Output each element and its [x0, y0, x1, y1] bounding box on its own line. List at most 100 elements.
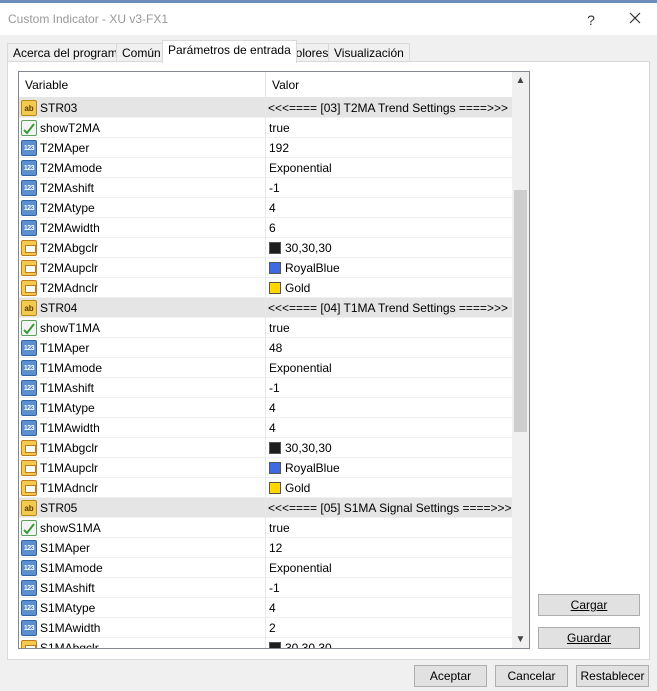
parameter-name-cell[interactable]: showS1MA [19, 518, 266, 538]
parameter-value-cell[interactable]: Exponential [266, 358, 512, 378]
parameter-value-cell[interactable]: true [266, 518, 512, 538]
parameter-row[interactable]: T2MAupclr RoyalBlue [19, 258, 512, 278]
parameter-name-cell[interactable]: S1MAbgclr [19, 638, 266, 648]
parameter-name-cell[interactable]: showT1MA [19, 318, 266, 338]
parameter-value-cell[interactable]: Gold [266, 278, 512, 298]
parameter-row[interactable]: showT2MA true [19, 118, 512, 138]
parameter-value-cell[interactable]: RoyalBlue [266, 258, 512, 278]
parameter-row[interactable]: showT1MA true [19, 318, 512, 338]
parameter-value-cell[interactable]: 4 [266, 198, 512, 218]
parameter-row[interactable]: 123 T2MAper 192 [19, 138, 512, 158]
parameter-name-cell[interactable]: 123 T1MAtype [19, 398, 266, 418]
parameter-row[interactable]: 123 S1MAtype 4 [19, 598, 512, 618]
parameter-value-cell[interactable]: 48 [266, 338, 512, 358]
save-button[interactable]: Guardar [538, 627, 640, 649]
parameter-name-cell[interactable]: T2MAbgclr [19, 238, 266, 258]
parameter-name-cell[interactable]: 123 T1MAmode [19, 358, 266, 378]
parameter-value-cell[interactable]: RoyalBlue [266, 458, 512, 478]
parameter-name-cell[interactable]: 123 T2MAper [19, 138, 266, 158]
parameter-name-cell[interactable]: showT2MA [19, 118, 266, 138]
parameter-row[interactable]: T1MAupclr RoyalBlue [19, 458, 512, 478]
parameter-name-cell[interactable]: T2MAupclr [19, 258, 266, 278]
parameter-row[interactable]: showS1MA true [19, 518, 512, 538]
parameter-value-cell[interactable]: true [266, 318, 512, 338]
parameter-value-cell[interactable]: 4 [266, 418, 512, 438]
parameter-row[interactable]: ab STR03 <<<==== [03] T2MA Trend Settings … [19, 98, 512, 118]
parameter-value-cell[interactable]: 4 [266, 598, 512, 618]
parameter-row[interactable]: T2MAdnclr Gold [19, 278, 512, 298]
parameter-name-cell[interactable]: 123 T1MAshift [19, 378, 266, 398]
parameter-row[interactable]: T2MAbgclr 30,30,30 [19, 238, 512, 258]
parameter-name-cell[interactable]: 123 S1MAwidth [19, 618, 266, 638]
parameter-value-cell[interactable]: Gold [266, 478, 512, 498]
parameter-row[interactable]: 123 S1MAwidth 2 [19, 618, 512, 638]
parameter-name-cell[interactable]: T2MAdnclr [19, 278, 266, 298]
parameter-row[interactable]: 123 S1MAmode Exponential [19, 558, 512, 578]
parameter-name-cell[interactable]: ab STR04 [19, 298, 266, 318]
parameter-name-cell[interactable]: 123 T2MAwidth [19, 218, 266, 238]
column-header-value[interactable]: Valor [266, 72, 512, 98]
parameter-value-cell[interactable]: -1 [266, 378, 512, 398]
parameter-row[interactable]: S1MAbgclr 30,30,30 [19, 638, 512, 648]
parameter-value-cell[interactable]: <<<==== [03] T2MA Trend Settings ====>>> [266, 98, 512, 118]
parameter-value-cell[interactable]: Exponential [266, 558, 512, 578]
parameter-row[interactable]: 123 T2MAtype 4 [19, 198, 512, 218]
parameter-row[interactable]: T1MAdnclr Gold [19, 478, 512, 498]
column-header-variable[interactable]: Variable [19, 72, 266, 98]
parameter-row[interactable]: ab STR05 <<<==== [05] S1MA Signal Settings… [19, 498, 512, 518]
accept-button[interactable]: Aceptar [414, 665, 487, 687]
parameter-name-cell[interactable]: 123 S1MAper [19, 538, 266, 558]
parameter-value-cell[interactable]: 4 [266, 398, 512, 418]
parameter-row[interactable]: 123 T1MAtype 4 [19, 398, 512, 418]
parameter-row[interactable]: ab STR04 <<<==== [04] T1MA Trend Settings … [19, 298, 512, 318]
parameter-value-cell[interactable]: 12 [266, 538, 512, 558]
parameter-value-cell[interactable]: 6 [266, 218, 512, 238]
scroll-down-arrow-icon[interactable]: ▼ [512, 631, 529, 648]
parameter-value-cell[interactable]: 2 [266, 618, 512, 638]
parameter-row[interactable]: 123 T2MAwidth 6 [19, 218, 512, 238]
parameter-value-cell[interactable]: true [266, 118, 512, 138]
parameter-row[interactable]: 123 T1MAshift -1 [19, 378, 512, 398]
tab-input-parameters[interactable]: Parámetros de entrada [162, 40, 297, 63]
parameter-name-cell[interactable]: T1MAdnclr [19, 478, 266, 498]
parameter-row[interactable]: 123 T2MAshift -1 [19, 178, 512, 198]
parameter-value-cell[interactable]: Exponential [266, 158, 512, 178]
load-button[interactable]: Cargar [538, 594, 640, 616]
parameter-row[interactable]: 123 T2MAmode Exponential [19, 158, 512, 178]
parameter-row[interactable]: 123 S1MAper 12 [19, 538, 512, 558]
parameter-value-cell[interactable]: <<<==== [05] S1MA Signal Settings ====>>… [266, 498, 512, 518]
parameter-row[interactable]: 123 T1MAper 48 [19, 338, 512, 358]
parameter-value-cell[interactable]: -1 [266, 178, 512, 198]
parameter-name-cell[interactable]: 123 S1MAmode [19, 558, 266, 578]
tab-visualization[interactable]: Visualización [328, 43, 410, 62]
reset-button[interactable]: Restablecer [576, 665, 649, 687]
tab-about[interactable]: Acerca del programa [7, 43, 131, 62]
parameter-name-cell[interactable]: T1MAbgclr [19, 438, 266, 458]
parameter-name-cell[interactable]: 123 T2MAtype [19, 198, 266, 218]
parameter-row[interactable]: 123 T1MAmode Exponential [19, 358, 512, 378]
tab-common[interactable]: Común [116, 43, 167, 62]
cancel-button[interactable]: Cancelar [495, 665, 568, 687]
parameter-value-cell[interactable]: -1 [266, 578, 512, 598]
scrollbar-thumb[interactable] [514, 190, 527, 432]
parameter-name-cell[interactable]: T1MAupclr [19, 458, 266, 478]
parameter-name-cell[interactable]: 123 T1MAwidth [19, 418, 266, 438]
parameter-row[interactable]: 123 S1MAshift -1 [19, 578, 512, 598]
parameter-row[interactable]: T1MAbgclr 30,30,30 [19, 438, 512, 458]
parameter-row[interactable]: 123 T1MAwidth 4 [19, 418, 512, 438]
help-icon[interactable]: ? [580, 9, 602, 31]
parameter-name-cell[interactable]: ab STR05 [19, 498, 266, 518]
parameter-value-cell[interactable]: 192 [266, 138, 512, 158]
parameter-value-cell[interactable]: 30,30,30 [266, 238, 512, 258]
parameter-name-cell[interactable]: ab STR03 [19, 98, 266, 118]
parameter-name-cell[interactable]: 123 S1MAtype [19, 598, 266, 618]
parameter-value-cell[interactable]: 30,30,30 [266, 638, 512, 648]
parameter-value-cell[interactable]: 30,30,30 [266, 438, 512, 458]
parameter-value-cell[interactable]: <<<==== [04] T1MA Trend Settings ====>>> [266, 298, 512, 318]
parameter-name-cell[interactable]: 123 S1MAshift [19, 578, 266, 598]
scroll-up-arrow-icon[interactable]: ▲ [512, 72, 529, 89]
close-icon[interactable] [624, 9, 646, 31]
parameter-name-cell[interactable]: 123 T2MAshift [19, 178, 266, 198]
parameter-name-cell[interactable]: 123 T2MAmode [19, 158, 266, 178]
vertical-scrollbar[interactable]: ▲ ▼ [512, 72, 529, 648]
